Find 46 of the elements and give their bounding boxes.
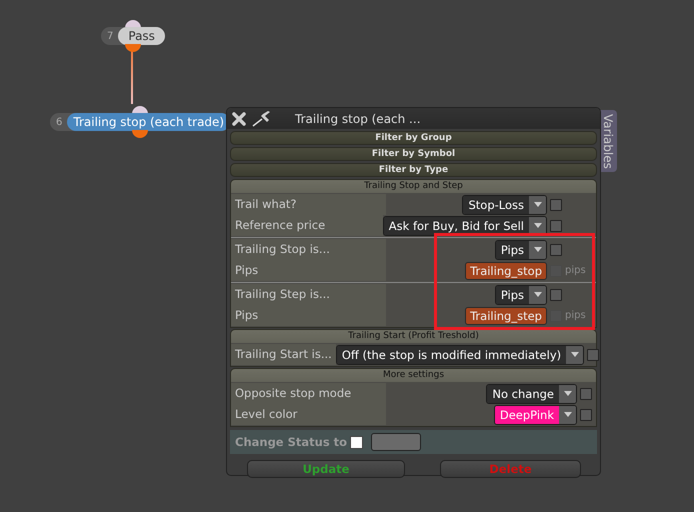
checkbox[interactable] (580, 408, 592, 420)
checkbox[interactable] (587, 348, 600, 360)
checkbox[interactable] (550, 220, 562, 232)
dropdown-arrow-icon (534, 223, 542, 228)
checkbox[interactable] (550, 244, 562, 256)
dropdown[interactable]: Stop-Loss (462, 194, 547, 214)
output-port-icon[interactable] (124, 44, 141, 52)
filter-header[interactable]: Filter by Type (230, 163, 597, 177)
checkbox[interactable] (350, 436, 363, 448)
unit-label: pips (565, 265, 586, 276)
dropdown[interactable]: Pips (494, 284, 547, 304)
dropdown-arrow-icon (534, 292, 542, 297)
dropdown-arrow-icon (564, 412, 572, 417)
window-title: Trailing stop (each ... (295, 112, 421, 126)
unit-label: pips (565, 310, 586, 321)
dropdown[interactable]: Ask for Buy, Bid for Sell (382, 216, 547, 236)
input-port-icon[interactable] (124, 20, 141, 28)
field-label: Trailing Step is... (231, 284, 386, 305)
dropdown[interactable]: No change (486, 384, 577, 404)
checkbox[interactable] (550, 198, 562, 210)
field-label: Trail what? (231, 194, 386, 215)
checkbox[interactable] (550, 288, 562, 300)
status-label: Change Status to (235, 435, 348, 449)
filter-header[interactable]: Filter by Symbol (230, 147, 597, 161)
field-label: Reference price (231, 215, 383, 236)
field-label: Level color (231, 404, 386, 425)
dropdown-arrow-icon (534, 202, 542, 207)
field-label: Opposite stop mode (231, 383, 386, 404)
checkbox[interactable] (580, 388, 592, 400)
dropdown[interactable]: Pips (494, 240, 547, 260)
dropdown-arrow-icon (534, 247, 542, 252)
node[interactable]: 7 Pass (101, 27, 165, 45)
close-icon[interactable] (231, 110, 247, 126)
field-label: Trailing Start is... (231, 344, 336, 365)
dropdown-arrow-icon (570, 352, 579, 357)
field-label: Trailing Stop is... (231, 239, 386, 260)
dropdown[interactable]: Off (the stop is modified immediately) (336, 344, 584, 364)
output-port-icon[interactable] (132, 130, 148, 138)
dropdown-arrow-icon (564, 391, 572, 396)
dropdown[interactable]: DeepPink (494, 404, 577, 424)
field-label: Pips (231, 305, 386, 326)
variable-field[interactable]: Trailing_stop (465, 262, 547, 280)
status-field[interactable] (371, 433, 421, 451)
variable-field[interactable]: Trailing_step (465, 306, 547, 324)
field-label: Pips (231, 260, 386, 281)
filter-header[interactable]: Filter by Group (230, 131, 597, 145)
